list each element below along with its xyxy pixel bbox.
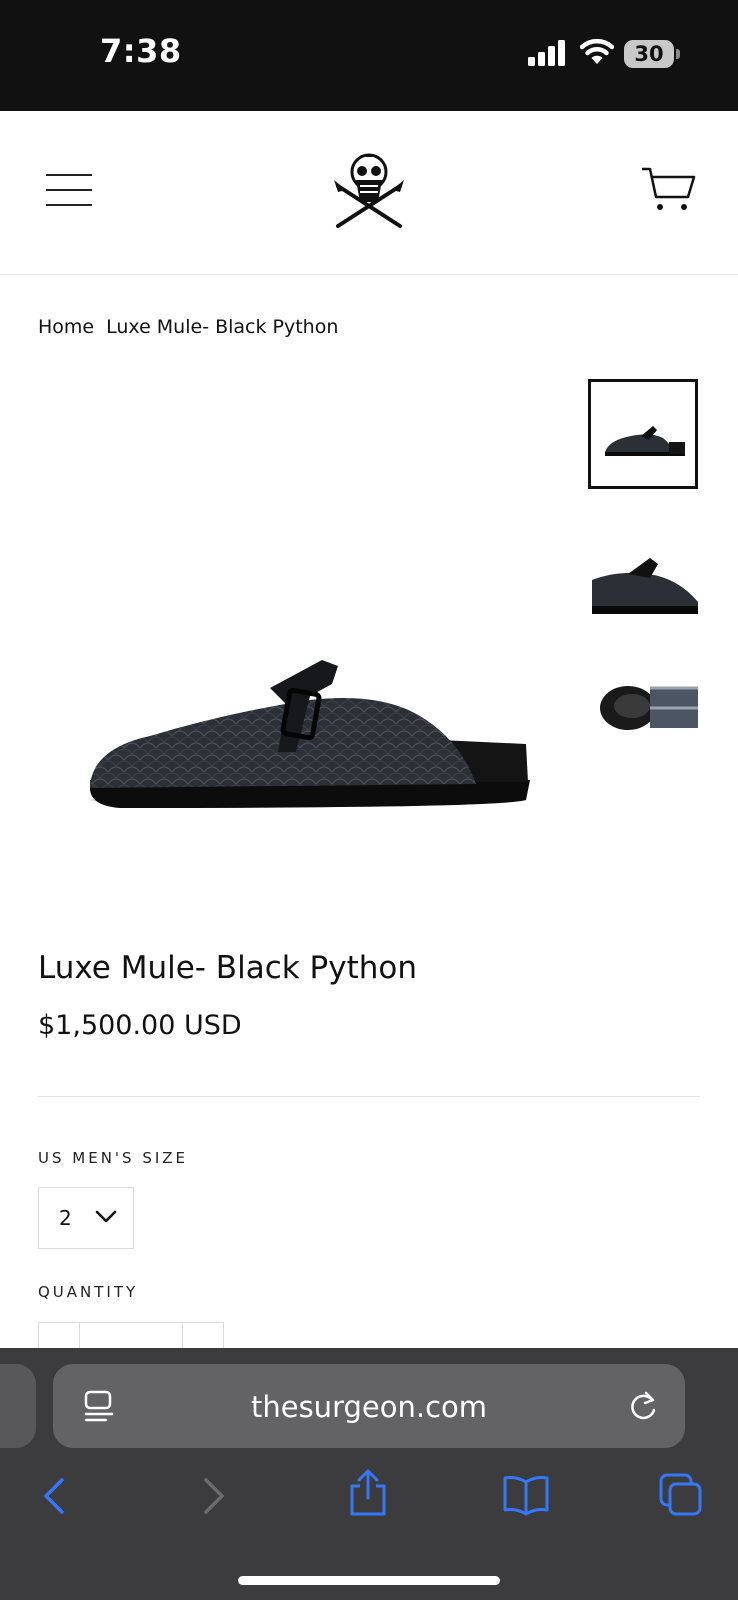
breadcrumb-home-link[interactable]: Home xyxy=(38,316,94,338)
product-price: $1,500.00 USD xyxy=(38,1010,242,1041)
status-bar: 7:38 30 xyxy=(0,0,738,111)
breadcrumb-current: Luxe Mule- Black Python xyxy=(106,316,339,338)
signal-icon xyxy=(528,40,565,66)
divider xyxy=(38,1096,700,1097)
address-bar[interactable]: thesurgeon.com xyxy=(53,1364,685,1448)
url-text: thesurgeon.com xyxy=(250,1390,488,1424)
product-main-image[interactable] xyxy=(60,640,540,840)
wifi-icon xyxy=(580,38,614,64)
skull-logo-icon[interactable] xyxy=(330,150,408,232)
thumbnail-1[interactable] xyxy=(588,379,698,489)
quantity-label: QUANTITY xyxy=(38,1283,139,1301)
size-value: 2 xyxy=(59,1206,72,1230)
reader-icon[interactable] xyxy=(84,1390,114,1424)
bookmarks-icon[interactable] xyxy=(502,1474,550,1516)
back-icon[interactable] xyxy=(40,1476,68,1516)
chevron-down-icon xyxy=(95,1210,117,1223)
forward-icon[interactable] xyxy=(200,1476,228,1516)
tabs-icon[interactable] xyxy=(658,1472,704,1518)
thumbnail-3[interactable] xyxy=(588,668,698,778)
home-indicator xyxy=(238,1576,500,1585)
menu-icon[interactable] xyxy=(46,172,94,208)
reload-icon[interactable] xyxy=(628,1390,658,1422)
thumbnail-2[interactable] xyxy=(588,540,698,650)
size-select[interactable]: 2 xyxy=(38,1187,134,1249)
previous-tab-pill[interactable] xyxy=(0,1364,36,1448)
product-title: Luxe Mule- Black Python xyxy=(38,950,417,986)
status-time: 7:38 xyxy=(100,32,182,70)
size-label: US MEN'S SIZE xyxy=(38,1149,189,1167)
battery-nub xyxy=(676,49,680,59)
share-icon[interactable] xyxy=(346,1468,390,1518)
breadcrumb: Home Luxe Mule- Black Python xyxy=(38,316,338,338)
battery-icon: 30 xyxy=(624,40,674,68)
cart-icon[interactable] xyxy=(640,165,696,213)
